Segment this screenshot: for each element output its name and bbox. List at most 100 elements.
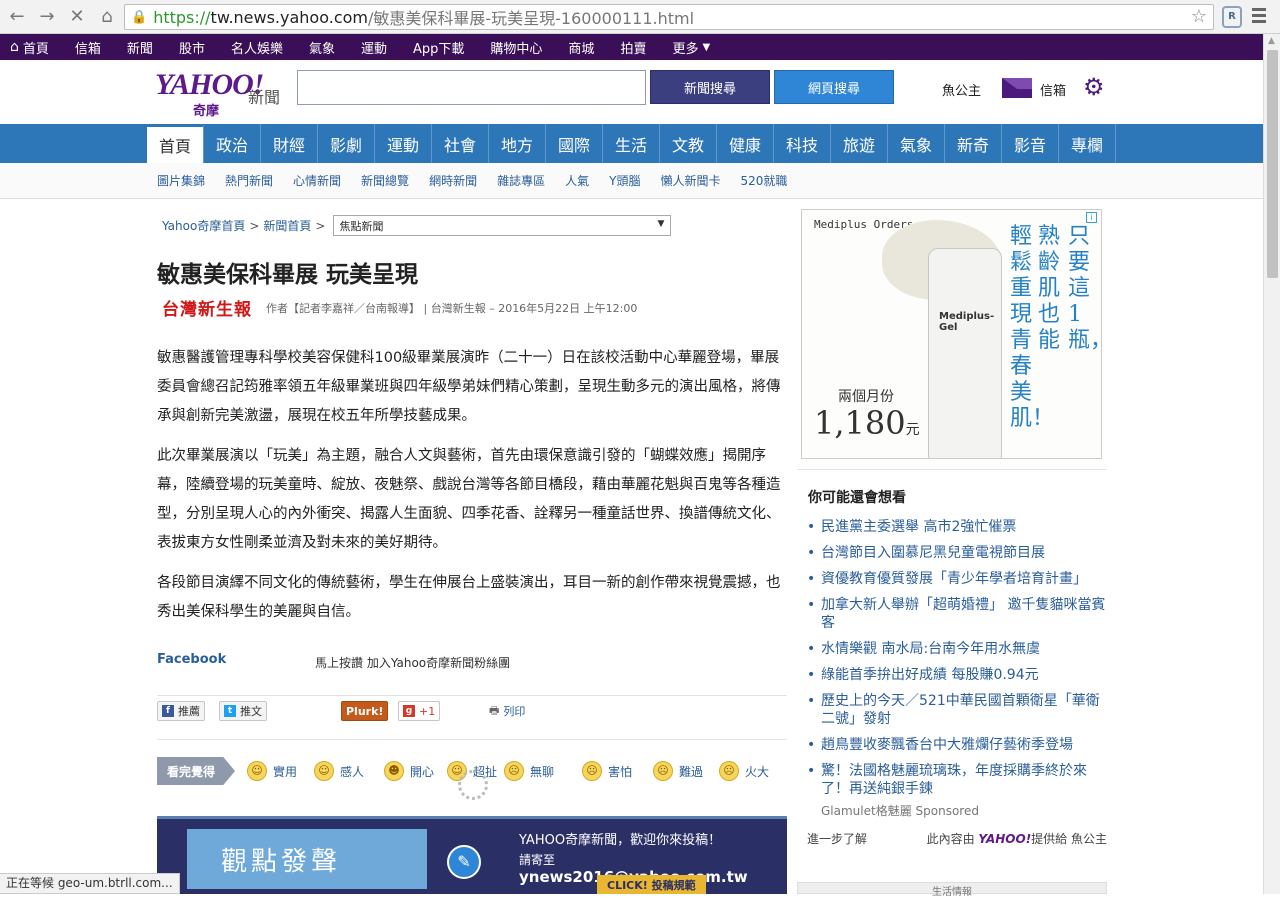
tab-category[interactable]: 健康 [717,124,774,163]
scrollbar[interactable]: ▲ [1263,34,1280,894]
topbar-item[interactable]: ⌂ 首頁 [10,38,49,57]
provided-by: 此內容由 YAHOO!提供給 魚公主 [927,830,1107,847]
section-select[interactable]: 焦點新聞 ▼ [333,215,672,236]
gear-icon[interactable]: ⚙ [1083,73,1105,101]
topbar-item[interactable]: 運動 [361,38,387,57]
reaction-button[interactable]: ☹ 無聊 [504,761,554,781]
topbar-item[interactable]: 拍賣 [620,38,646,57]
reaction-button[interactable]: ☺ 實用 [247,761,297,781]
stop-icon[interactable]: ✕ [64,4,90,30]
tab-category[interactable]: 首頁 [147,124,204,163]
tab-category[interactable]: 社會 [432,124,489,163]
ad-choices-icon[interactable]: i [1086,212,1097,223]
related-item[interactable]: 水情樂觀 南水局:台南今年用水無虞 [807,640,1107,658]
tab-category[interactable]: 地方 [489,124,546,163]
banner-email-prefix: 請寄至 [519,853,556,867]
provided-by-prefix: 此內容由 [926,832,975,846]
reaction-button[interactable]: ☹ 火大 [719,761,769,781]
subnav-item[interactable]: 520就職 [740,172,787,189]
topbar-item[interactable]: 更多 ▼ [672,38,710,57]
home-icon[interactable]: ⌂ [94,4,120,30]
mail-icon[interactable] [1002,78,1032,98]
section-name[interactable]: 新聞 [248,84,280,108]
source-logo[interactable]: 台灣新生報 [162,295,252,320]
subnav-item[interactable]: 心情新聞 [293,172,341,189]
twitter-icon: t [224,705,236,717]
subnav-item[interactable]: 人氣 [565,172,589,189]
back-icon[interactable]: ← [4,4,30,30]
related-item[interactable]: 歷史上的今天／521中華民國首顆衛星「華衛二號」發射 [807,692,1107,728]
advertisement[interactable]: Mediplus Orders i Mediplus-Gel 只要這1瓶， 熟齡… [801,209,1102,459]
topbar-item[interactable]: 氣象 [309,38,335,57]
extension-icon[interactable]: R [1222,6,1242,28]
related-item[interactable]: 趙鳥豐收麥飄香台中大雅爛仔藝術季登場 [807,736,1107,754]
browser-menu-icon[interactable] [1252,8,1266,26]
topbar-item[interactable]: 名人娛樂 [231,38,283,57]
tab-category[interactable]: 國際 [546,124,603,163]
subnav-item[interactable]: 圖片集錦 [157,172,205,189]
related-item[interactable]: 民進黨主委選舉 高市2強忙催票 [807,518,1107,536]
plurk-button[interactable]: Plurk! [341,701,389,721]
subnav-item[interactable]: 雜誌專區 [497,172,545,189]
tab-category[interactable]: 影劇 [318,124,375,163]
breadcrumb-yahoo-home[interactable]: Yahoo奇摩首頁 [162,217,245,234]
contribute-banner[interactable]: 觀點發聲 ✎ YAHOO奇摩新聞，歡迎你來投稿！ 請寄至 ynews2016@y… [157,816,787,894]
subnav-item[interactable]: 懶人新聞卡 [660,172,720,189]
dropdown-arrow-icon: ▼ [657,219,665,229]
reaction-button[interactable]: ☹ 難過 [653,761,703,781]
related-item[interactable]: 加拿大新人舉辦「超萌婚禮」 邀千隻貓咪當賓客 [807,596,1107,632]
topbar-item[interactable]: 新聞 [127,38,153,57]
subnav-item[interactable]: 新聞總覽 [361,172,409,189]
print-button[interactable]: 🖶 列印 [485,701,529,721]
tab-category[interactable]: 科技 [774,124,831,163]
topbar-item[interactable]: 購物中心 [490,38,542,57]
banner-cta-button[interactable]: CLICK! 投稿規範 [597,875,706,894]
mail-link[interactable]: 信箱 [1040,80,1066,99]
topbar-item[interactable]: 商城 [568,38,594,57]
learn-more-link[interactable]: 進一步了解 [807,832,867,846]
tab-category[interactable]: 影音 [1002,124,1059,163]
tab-category[interactable]: 生活 [603,124,660,163]
category-nav: 首頁 政治 財經 影劇 運動 社會 地方 國際 生活 文教 健康 科技 旅遊 氣象 新奇 影音 專欄 [0,124,1280,163]
facebook-like-button[interactable]: f 推薦 [157,701,205,721]
subnav-item[interactable]: 網時新聞 [429,172,477,189]
reaction-button[interactable]: ☻ 開心 [384,761,434,781]
reaction-button[interactable]: ☹ 害怕 [582,761,632,781]
topbar-item-label: 購物中心 [490,41,543,57]
emoji-face-icon: ☺ [247,761,267,781]
breadcrumb-news-home[interactable]: 新聞首頁 [263,217,311,234]
address-bar[interactable]: 🔒 https://tw.news.yahoo.com/敏惠美保科畢展-玩美呈現… [124,4,1214,30]
topbar-item-label: App下載 [413,41,465,57]
subnav-item[interactable]: Y頭腦 [609,172,640,189]
related-item[interactable]: 驚！法國格魅麗琉璃珠，年度採購季終於來了！再送純銀手鍊 [807,762,1107,798]
search-input[interactable] [297,70,646,105]
tab-category[interactable]: 文教 [660,124,717,163]
bookmark-star-icon[interactable]: ☆ [1191,6,1207,27]
forward-icon[interactable]: → [34,4,60,30]
tab-category[interactable]: 氣象 [888,124,945,163]
related-item[interactable]: 綠能首季拚出好成績 每股賺0.94元 [807,666,1107,684]
subnav-item[interactable]: 熱門新聞 [225,172,273,189]
reaction-button[interactable]: ☺ 感人 [314,761,364,781]
news-search-button[interactable]: 新聞搜尋 [650,70,770,104]
related-item[interactable]: 台灣節目入圍慕尼黑兒童電視節目展 [807,544,1107,562]
topbar-item[interactable]: App下載 [413,38,464,57]
tweet-button[interactable]: t 推文 [219,701,267,721]
google-plus-button[interactable]: g +1 [398,701,441,721]
web-search-button[interactable]: 網頁搜尋 [774,70,894,104]
tab-category[interactable]: 新奇 [945,124,1002,163]
tab-category[interactable]: 財經 [261,124,318,163]
facebook-label[interactable]: Facebook [157,652,226,667]
tab-category[interactable]: 專欄 [1059,124,1116,163]
related-item[interactable]: 資優教育優質發展「青少年學者培育計畫」 [807,570,1107,588]
scroll-thumb[interactable] [1267,50,1278,278]
scroll-up-icon[interactable]: ▲ [1268,36,1275,46]
tab-category[interactable]: 運動 [375,124,432,163]
sponsor-label[interactable]: Glamulet格魅麗 Sponsored [821,802,979,819]
user-name[interactable]: 魚公主 [942,80,981,99]
tab-category[interactable]: 旅遊 [831,124,888,163]
topbar-item[interactable]: 股市 [179,38,205,57]
tab-category[interactable]: 政治 [204,124,261,163]
topbar-item[interactable]: 信箱 [75,38,101,57]
sub-nav: 圖片集錦 熱門新聞 心情新聞 新聞總覽 網時新聞 雜誌專區 人氣 Y頭腦 懶人新聞卡 520就職 [0,163,1280,199]
